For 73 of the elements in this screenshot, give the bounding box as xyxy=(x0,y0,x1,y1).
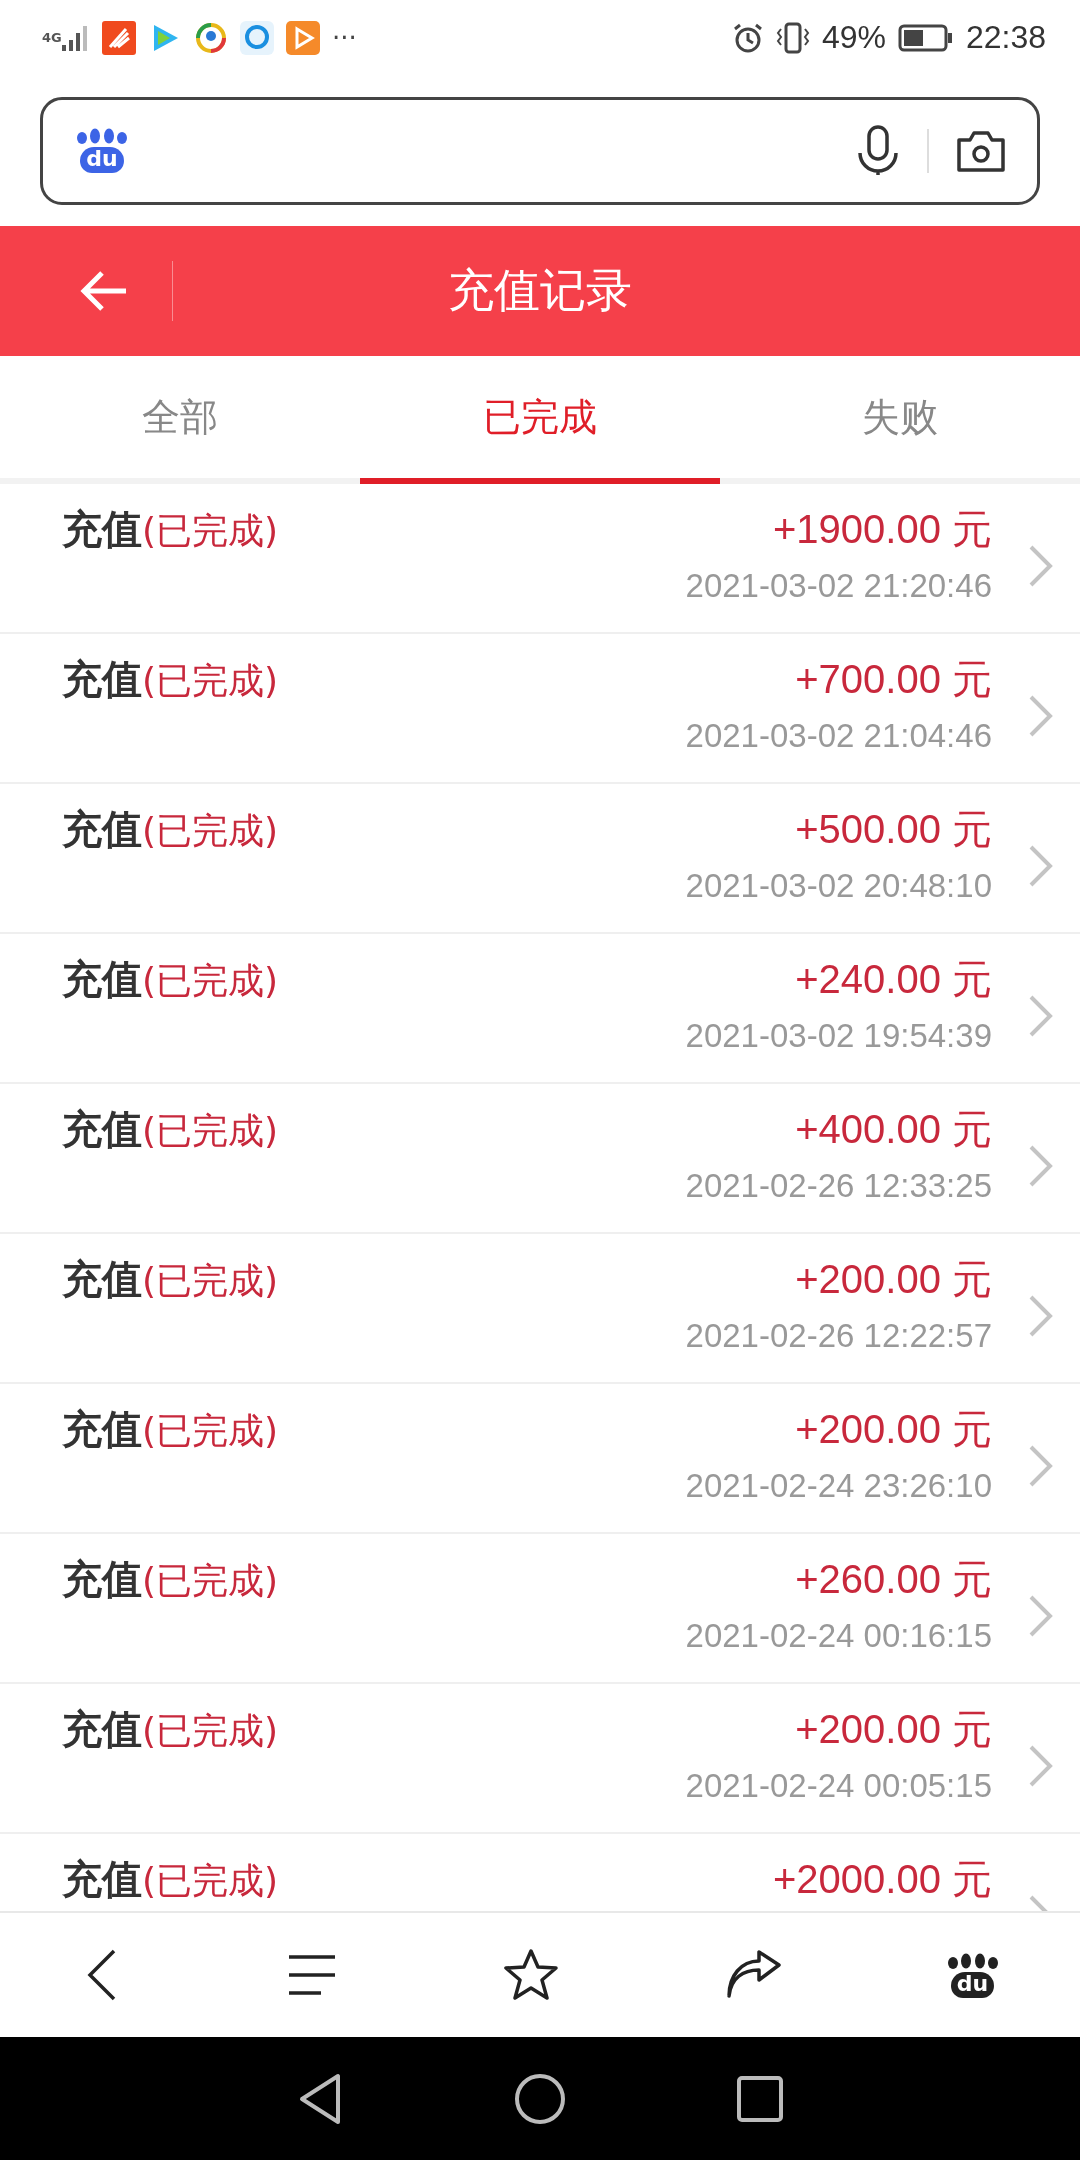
record-title: 充值 xyxy=(62,1255,142,1304)
record-time: 2021-03-02 21:04:46 xyxy=(685,717,992,755)
microphone-icon[interactable] xyxy=(855,124,901,177)
record-status: (已完成) xyxy=(142,1859,279,1903)
record-time: 2021-02-24 00:05:15 xyxy=(685,1767,992,1805)
record-time: 2021-03-02 20:48:10 xyxy=(685,867,992,905)
record-title: 充值 xyxy=(62,505,142,554)
tab[interactable]: 已完成 xyxy=(360,356,720,484)
page-title: 充值记录 xyxy=(447,262,633,319)
record-title: 充值 xyxy=(62,1105,142,1154)
recents-square-icon[interactable] xyxy=(736,2074,784,2123)
record-time: 2021-02-26 12:33:25 xyxy=(685,1167,992,1205)
record-status: (已完成) xyxy=(142,509,279,553)
record-amount: +240.00 元 xyxy=(795,956,992,1003)
record-title: 充值 xyxy=(62,805,142,854)
record-title: 充值 xyxy=(62,1555,142,1604)
record-title: 充值 xyxy=(62,1855,142,1904)
record-status: (已完成) xyxy=(142,659,279,703)
home-circle-icon[interactable] xyxy=(514,2072,566,2125)
record-row[interactable]: 充值(已完成) +200.00 元 2021-02-24 23:26:10 xyxy=(0,1384,1080,1534)
logo-label: du xyxy=(80,147,124,173)
circle-app-icon xyxy=(194,20,228,55)
record-amount: +260.00 元 xyxy=(795,1556,992,1603)
record-amount: +200.00 元 xyxy=(795,1406,992,1453)
menu-icon[interactable] xyxy=(287,1953,338,1997)
record-row[interactable]: 充值(已完成) +260.00 元 2021-02-24 00:16:15 xyxy=(0,1534,1080,1684)
cloud-app-icon xyxy=(240,20,274,55)
record-time: 2021-02-26 12:22:57 xyxy=(685,1317,992,1355)
record-status: (已完成) xyxy=(142,1109,279,1153)
record-status: (已完成) xyxy=(142,959,279,1003)
record-status: (已完成) xyxy=(142,1559,279,1603)
record-row[interactable]: 充值(已完成) +400.00 元 2021-02-26 12:33:25 xyxy=(0,1084,1080,1234)
record-amount: +200.00 元 xyxy=(795,1256,992,1303)
more-notifications: ··· xyxy=(332,22,357,53)
tab[interactable]: 失败 xyxy=(720,356,1080,484)
vibrate-icon xyxy=(775,20,810,55)
video-app-icon xyxy=(286,20,320,55)
record-time: 2021-02-24 23:26:10 xyxy=(685,1467,992,1505)
record-time: 2021-03-02 21:20:46 xyxy=(685,567,992,605)
record-time: 2021-03-02 19:54:39 xyxy=(685,1017,992,1055)
record-status: (已完成) xyxy=(142,1709,279,1753)
logo-label[interactable]: du xyxy=(950,1971,995,1998)
search-field[interactable]: du xyxy=(40,96,1040,205)
record-status: (已完成) xyxy=(142,809,279,853)
record-title: 充值 xyxy=(62,1705,142,1754)
record-row[interactable]: 充值(已完成) +200.00 元 2021-02-24 00:05:15 xyxy=(0,1684,1080,1834)
record-amount: +200.00 元 xyxy=(795,1706,992,1753)
tab[interactable]: 全部 xyxy=(0,356,360,484)
record-title: 充值 xyxy=(62,655,142,704)
record-row[interactable]: 充值(已完成) +200.00 元 2021-02-26 12:22:57 xyxy=(0,1234,1080,1384)
record-amount: +700.00 元 xyxy=(795,656,992,703)
share-icon[interactable] xyxy=(724,1950,783,2000)
paw-icon[interactable] xyxy=(947,1952,998,1969)
record-amount: +500.00 元 xyxy=(795,806,992,853)
record-row[interactable]: 充值(已完成) +240.00 元 2021-03-02 19:54:39 xyxy=(0,934,1080,1084)
record-amount: +1900.00 元 xyxy=(772,506,992,553)
record-title: 充值 xyxy=(62,1405,142,1454)
record-time: 2021-02-24 00:16:15 xyxy=(685,1617,992,1655)
record-row[interactable]: 充值(已完成) +1900.00 元 2021-03-02 21:20:46 xyxy=(0,484,1080,634)
record-status: (已完成) xyxy=(142,1409,279,1453)
record-title: 充值 xyxy=(62,955,142,1004)
record-status: (已完成) xyxy=(142,1259,279,1303)
star-icon[interactable] xyxy=(502,1947,560,2003)
record-row[interactable]: 充值(已完成) +700.00 元 2021-03-02 21:04:46 xyxy=(0,634,1080,784)
record-row[interactable]: 充值(已完成) +500.00 元 2021-03-02 20:48:10 xyxy=(0,784,1080,934)
alarm-icon xyxy=(731,21,764,54)
record-amount: +2000.00 元 xyxy=(772,1856,992,1903)
app-notification-icon xyxy=(102,20,136,55)
paw-icon xyxy=(77,128,127,144)
battery-percent: 49% xyxy=(821,19,886,56)
battery-icon xyxy=(897,22,954,53)
record-amount: +400.00 元 xyxy=(795,1106,992,1153)
clock: 22:38 xyxy=(965,19,1046,56)
